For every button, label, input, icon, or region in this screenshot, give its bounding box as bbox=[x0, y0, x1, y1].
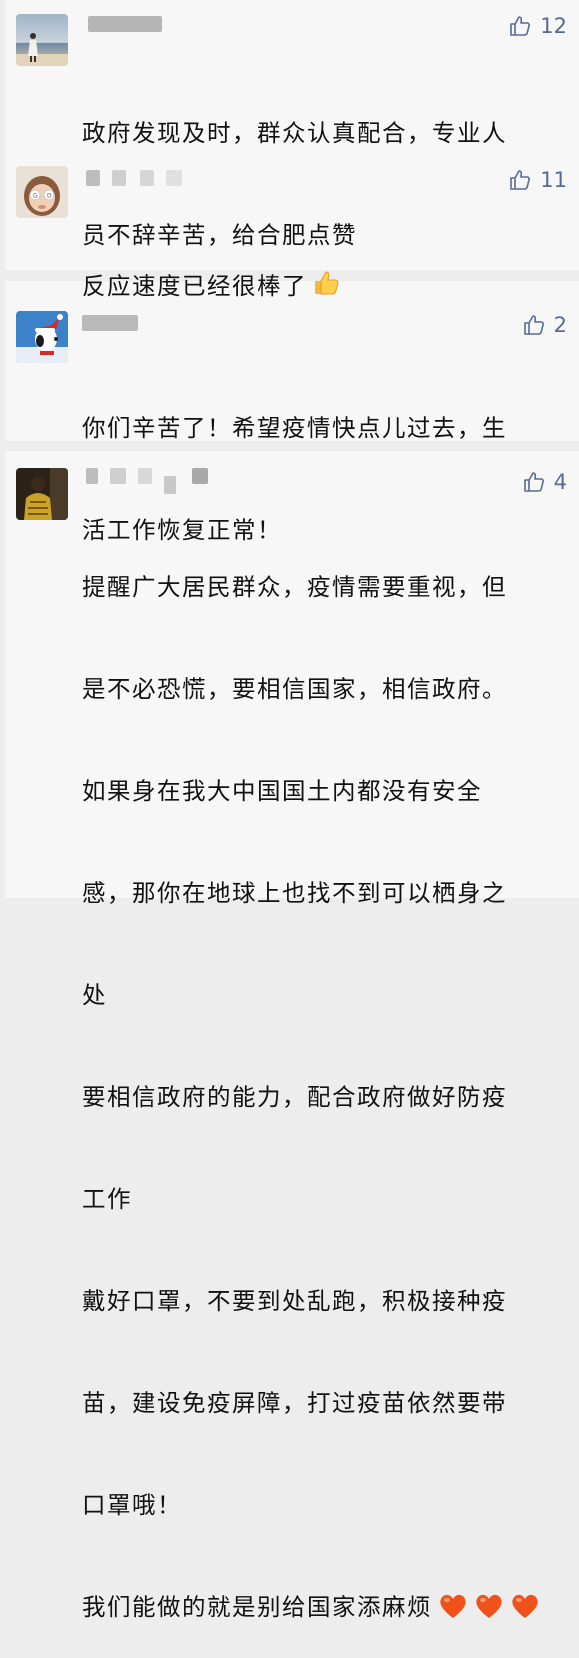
svg-text:D: D bbox=[47, 193, 52, 200]
username-blurred bbox=[82, 468, 212, 494]
thumbs-up-outline-icon bbox=[510, 170, 531, 190]
comment-line: 要相信政府的能力，配合政府做好防疫 bbox=[82, 1083, 507, 1111]
comment-line: 提醒广大居民群众，疫情需要重视，但 bbox=[82, 573, 507, 601]
beach-photo-avatar-icon bbox=[16, 14, 68, 66]
comment-line: 处 bbox=[82, 981, 107, 1009]
comment-line: 反应速度已经很棒了 bbox=[82, 272, 307, 300]
heart-icon bbox=[440, 1594, 466, 1618]
avatar[interactable] bbox=[16, 468, 68, 520]
avatar[interactable]: G D bbox=[16, 166, 68, 218]
like-count: 2 bbox=[553, 313, 567, 337]
comment-line-with-emoji: 反应速度已经很棒了 bbox=[82, 268, 565, 307]
thumbs-up-outline-icon bbox=[523, 472, 544, 492]
heart-icon bbox=[476, 1594, 502, 1618]
like-count: 4 bbox=[553, 470, 567, 494]
dark-figure-avatar-icon bbox=[16, 468, 68, 520]
username-blurred bbox=[82, 170, 192, 186]
comment-line: 如果身在我大中国国土内都没有安全 bbox=[82, 777, 482, 805]
comment-line: 苗，建设免疫屏障，打过疫苗依然要带 bbox=[82, 1389, 507, 1417]
like-button[interactable]: 4 bbox=[522, 470, 567, 494]
thumbs-up-emoji-icon bbox=[311, 268, 341, 307]
like-count: 11 bbox=[540, 168, 567, 192]
comment-text: 提醒广大居民群众，疫情需要重视，但 是不必恐慌，要相信国家，相信政府。 如果身在… bbox=[82, 502, 565, 1658]
snoopy-santa-avatar-icon bbox=[16, 311, 68, 363]
avatar[interactable] bbox=[16, 311, 68, 363]
heart-icon bbox=[512, 1594, 538, 1618]
heart-emoji-group bbox=[438, 1592, 540, 1620]
username-blurred bbox=[82, 16, 162, 32]
like-button[interactable]: 11 bbox=[508, 168, 567, 192]
thumbs-up-outline-icon bbox=[523, 315, 544, 335]
avatar[interactable] bbox=[16, 14, 68, 66]
thumbs-up-outline-icon bbox=[510, 16, 531, 36]
comment-line: 感，那你在地球上也找不到可以栖身之 bbox=[82, 879, 507, 907]
comment-line: 工作 bbox=[82, 1185, 132, 1213]
comment-line-with-emoji: 我们能做的就是别给国家添麻烦 bbox=[82, 1590, 565, 1624]
like-count: 12 bbox=[540, 14, 567, 38]
like-button[interactable]: 2 bbox=[522, 313, 567, 337]
child-glasses-avatar-icon: G D bbox=[16, 166, 68, 218]
comment-line: 戴好口罩，不要到处乱跑，积极接种疫 bbox=[82, 1287, 507, 1315]
comment-line: 政府发现及时，群众认真配合，专业人 bbox=[82, 119, 507, 147]
comment-text: 反应速度已经很棒了 bbox=[82, 200, 565, 341]
comment-line: 你们辛苦了！希望疫情快点儿过去，生 bbox=[82, 414, 507, 442]
comment-line: 口罩哦！ bbox=[82, 1491, 182, 1519]
svg-text:G: G bbox=[33, 193, 38, 200]
username-blurred bbox=[82, 315, 142, 331]
comment-line: 是不必恐慌，要相信国家，相信政府。 bbox=[82, 675, 507, 703]
like-button[interactable]: 12 bbox=[508, 14, 567, 38]
comment-line: 我们能做的就是别给国家添麻烦 bbox=[82, 1593, 432, 1621]
